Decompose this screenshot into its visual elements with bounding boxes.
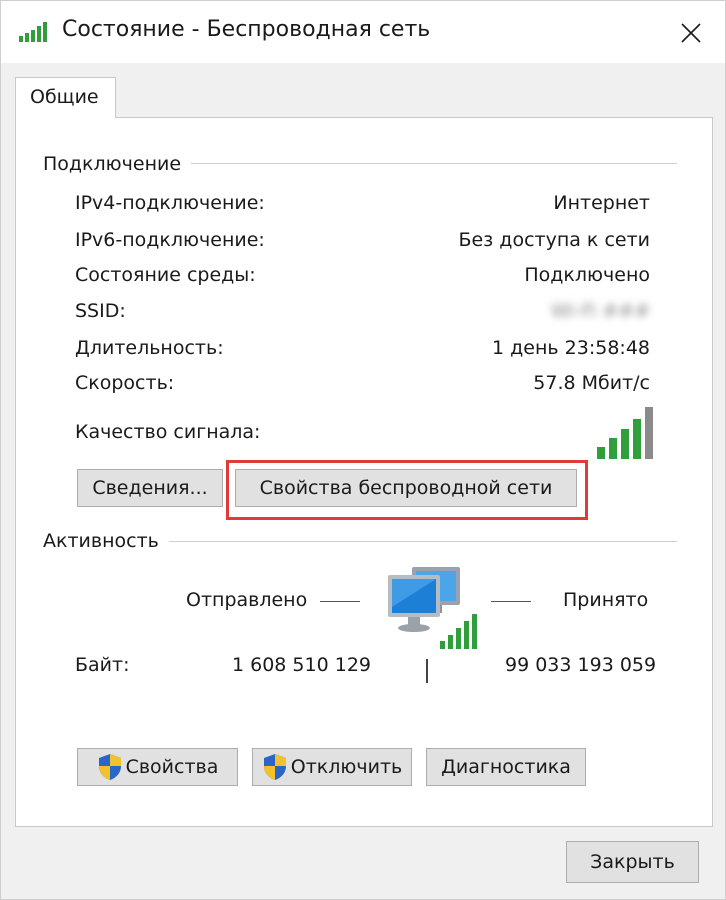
- connection-section-title: Подключение: [43, 153, 192, 175]
- ipv4-value: Интернет: [553, 192, 650, 214]
- network-computers-icon: [388, 567, 477, 649]
- ipv6-value: Без доступа к сети: [458, 229, 650, 251]
- signal-strength-icon: [597, 407, 653, 459]
- uac-shield-icon: [98, 754, 121, 780]
- media-state-label: Состояние среды:: [75, 264, 256, 286]
- duration-value: 1 день 23:58:48: [492, 337, 650, 359]
- media-state-value: Подключено: [524, 264, 650, 286]
- window-title: Состояние - Беспроводная сеть: [62, 17, 431, 42]
- wifi-signal-icon: [19, 22, 47, 42]
- properties-button-label: Свойства: [125, 756, 219, 778]
- received-label: Принято: [563, 589, 649, 611]
- details-button[interactable]: Сведения...: [77, 469, 223, 507]
- ipv6-label: IPv6-подключение:: [75, 229, 265, 251]
- bytes-received-value: 99 033 193 059: [505, 654, 657, 676]
- status-window: Состояние - Беспроводная сеть Общие Подк…: [0, 0, 726, 900]
- bytes-sent-value: 1 608 510 129: [232, 654, 372, 676]
- close-button[interactable]: Закрыть: [566, 841, 699, 883]
- tab-general[interactable]: Общие: [15, 77, 116, 118]
- sent-dash: [320, 601, 360, 602]
- sent-label: Отправлено: [186, 589, 308, 611]
- activity-section-title: Активность: [43, 530, 169, 552]
- diagnose-button[interactable]: Диагностика: [426, 748, 586, 786]
- properties-button[interactable]: Свойства: [77, 748, 238, 786]
- speed-label: Скорость:: [75, 372, 175, 394]
- close-window-button[interactable]: [671, 13, 711, 53]
- title-bar: Состояние - Беспроводная сеть: [1, 1, 725, 63]
- ipv4-label: IPv4-подключение:: [75, 192, 265, 214]
- uac-shield-icon: [263, 754, 286, 780]
- activity-separator: [426, 659, 428, 683]
- signal-quality-label: Качество сигнала:: [75, 421, 261, 443]
- received-dash: [491, 601, 531, 602]
- disable-button-label: Отключить: [290, 756, 403, 778]
- speed-value: 57.8 Мбит/с: [533, 372, 650, 394]
- tab-general-label: Общие: [30, 86, 99, 108]
- bytes-label: Байт:: [75, 654, 130, 676]
- close-icon: [681, 23, 701, 43]
- disable-button[interactable]: Отключить: [252, 748, 412, 786]
- ssid-value: Wi-Fi ###: [550, 300, 650, 322]
- ssid-label: SSID:: [75, 300, 126, 322]
- wireless-properties-button[interactable]: Свойства беспроводной сети: [235, 469, 577, 507]
- duration-label: Длительность:: [75, 337, 224, 359]
